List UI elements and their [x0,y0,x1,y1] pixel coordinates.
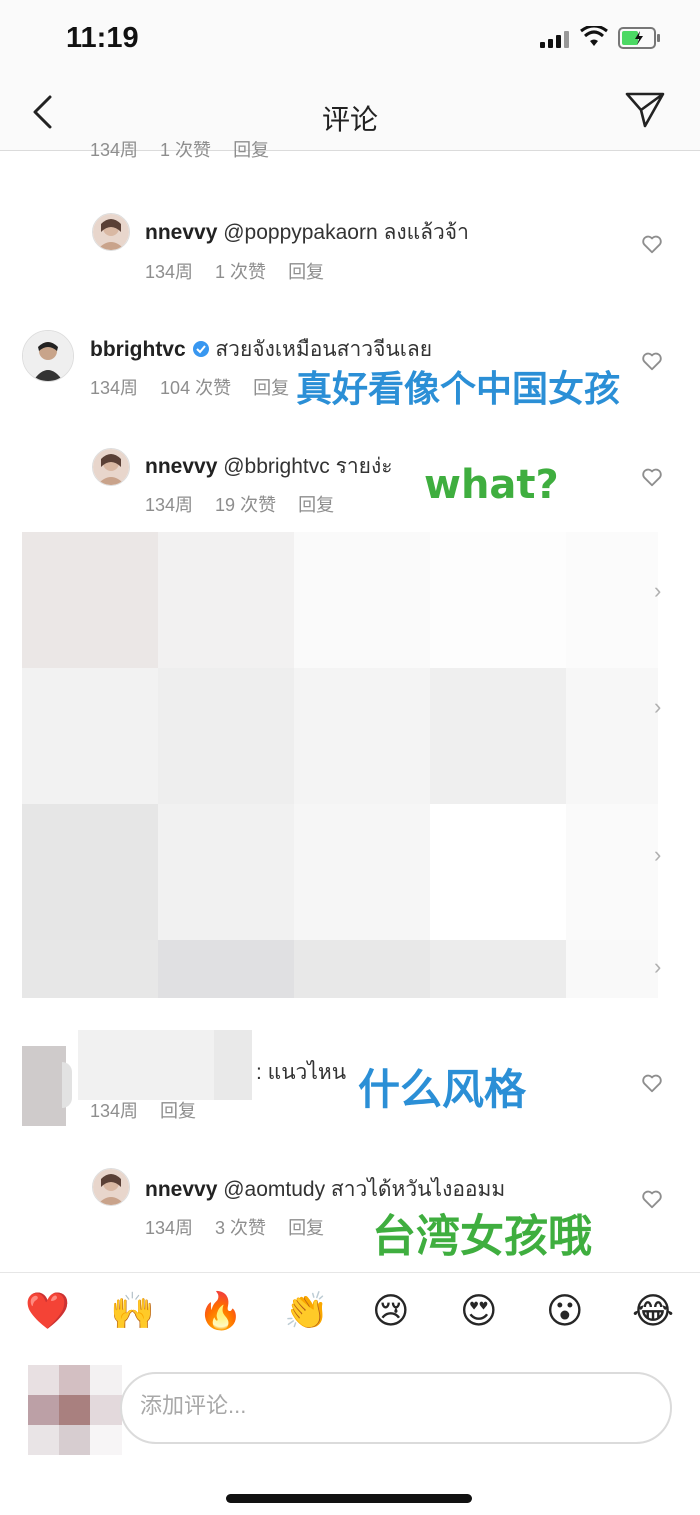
translation-overlay: 真好看像个中国女孩 [296,360,621,412]
heart-eyes-emoji[interactable]: 😍 [460,1291,498,1331]
like-heart-icon[interactable] [641,350,663,372]
avatar[interactable] [92,1168,130,1206]
chevron-right-icon: › [654,694,662,719]
reply-button[interactable]: 回复 [288,262,324,282]
comment-likes[interactable]: 1 次赞 [215,262,266,282]
reply-button[interactable]: 回复 [298,495,334,515]
partial-comment-meta: 134周 1 次赞 回复 [90,141,291,161]
fire-emoji[interactable]: 🔥 [198,1291,243,1331]
comment-input[interactable] [138,1392,642,1420]
comment-time: 134周 [145,262,194,282]
comment-time: 134周 [145,1218,194,1238]
reply-button[interactable]: 回复 [160,1101,196,1121]
avatar[interactable] [92,213,130,251]
like-heart-icon[interactable] [641,1072,663,1094]
comment-time: 134周 [90,378,139,398]
comment-time: 134周 [90,141,139,160]
comment-text: @bbrightvc รายง่ะ [223,455,393,478]
username-censored [78,1030,252,1100]
home-indicator[interactable] [226,1494,472,1503]
comment-likes[interactable]: 104 次赞 [160,378,231,398]
emoji-reaction-bar: ❤️ 🙌 🔥 👏 😢 😍 😮 😂 [0,1272,700,1365]
comment-likes: 1 次赞 [160,141,212,160]
translation-overlay: 台湾女孩哦 [372,1211,592,1262]
like-heart-icon[interactable] [641,233,663,255]
comment-likes[interactable]: 3 次赞 [215,1218,266,1238]
translation-overlay: what? [424,462,559,508]
comment-input-box [120,1372,672,1444]
wifi-icon [580,26,608,46]
verified-badge-icon [192,341,209,357]
chevron-right-icon: › [654,842,662,867]
like-heart-icon[interactable] [641,1188,663,1210]
share-button[interactable] [624,90,666,130]
current-user-avatar [28,1365,122,1455]
reply-button[interactable]: 回复 [253,378,289,398]
battery-charging-icon [618,27,660,49]
comment-text: @poppypakaorn ลงแล้วจ้า [223,221,469,244]
surprised-face-emoji[interactable]: 😮 [546,1291,584,1331]
comment-text: @aomtudy สาวได้หวันไงออมม [223,1178,506,1201]
translation-overlay: 什么风格 [358,1065,527,1114]
reply-button[interactable]: 回复 [288,1218,324,1238]
username[interactable]: nnevvy [145,1178,217,1201]
username[interactable]: bbrightvc [90,338,186,361]
comment-likes[interactable]: 19 次赞 [215,495,276,515]
username[interactable]: nnevvy [145,455,217,478]
like-heart-icon[interactable] [641,466,663,488]
status-bar: 11:19 [0,0,700,80]
avatar[interactable] [22,330,74,382]
clapping-hands-emoji[interactable]: 👏 [284,1291,329,1331]
reply-button[interactable]: 回复 [233,141,269,160]
cellular-signal-icon [540,30,570,48]
clock: 11:19 [66,22,139,54]
avatar[interactable] [92,448,130,486]
avatar-censored[interactable] [22,1046,72,1126]
comment-text: สวยจังเหมือนสาวจีนเลย [215,338,433,361]
comment-time: 134周 [90,1101,139,1121]
chevron-right-icon: › [654,954,662,979]
crying-face-emoji[interactable]: 😢 [372,1291,410,1331]
raising-hands-emoji[interactable]: 🙌 [110,1291,155,1331]
chevron-right-icon: › [654,578,662,603]
page-title: 评论 [321,104,378,135]
comment-time: 134周 [145,495,194,515]
pixelated-censored-region [22,532,658,998]
tears-of-joy-emoji[interactable]: 😂 [632,1291,674,1331]
red-heart-emoji[interactable]: ❤️ [25,1291,70,1331]
username[interactable]: nnevvy [145,221,217,244]
comment-text: : แนวไหน [256,1061,347,1084]
